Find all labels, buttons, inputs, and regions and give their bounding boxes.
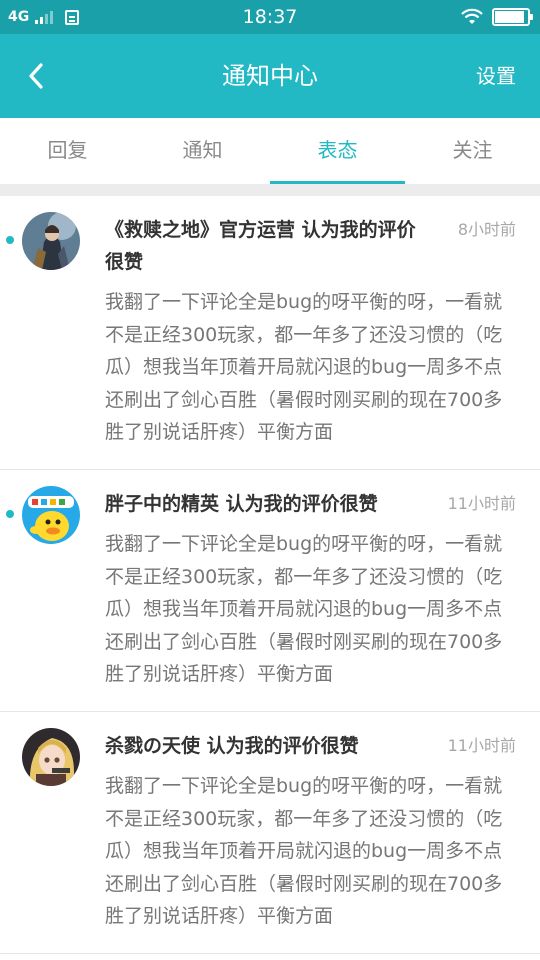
item-header: 杀戮の天使 认为我的评价很赞 11小时前 (105, 730, 516, 762)
item-time: 11小时前 (447, 493, 516, 513)
battery-icon (492, 8, 533, 26)
tab-notice[interactable]: 通知 (135, 118, 270, 184)
chevron-left-icon (29, 63, 43, 89)
item-content: 《救赎之地》官方运营 认为我的评价很赞 8小时前 我翻了一下评论全是bug的呀平… (105, 214, 516, 469)
list-item[interactable]: 《救赎之地》官方运营 认为我的评价很赞 8小时前 我翻了一下评论全是bug的呀平… (0, 196, 540, 470)
item-quote: 我翻了一下评论全是bug的呀平衡的呀，一看就不是正经300玩家，都一年多了还没习… (105, 774, 503, 928)
item-quote: 我翻了一下评论全是bug的呀平衡的呀，一看就不是正经300玩家，都一年多了还没习… (105, 291, 503, 444)
tab-reply[interactable]: 回复 (0, 118, 135, 184)
notification-list: 《救赎之地》官方运营 认为我的评价很赞 8小时前 我翻了一下评论全是bug的呀平… (0, 196, 540, 960)
list-item[interactable]: 杀戮の天使 认为我的评价很赞 11小时前 我翻了一下评论全是bug的呀平衡的呀，… (0, 712, 540, 954)
item-title: 《救赎之地》官方运营 认为我的评价很赞 (105, 219, 416, 273)
wifi-icon (461, 8, 483, 24)
yellow-duck-avatar-icon (22, 485, 80, 544)
list-item[interactable]: 胖子中的精英 认为我的评价很赞 11小时前 我翻了一下评论全是bug的呀平衡的呀… (0, 470, 540, 712)
item-content: 胖子中的精英 认为我的评价很赞 11小时前 我翻了一下评论全是bug的呀平衡的呀… (105, 488, 516, 711)
item-header: 胖子中的精英 认为我的评价很赞 11小时前 (105, 488, 516, 520)
avatar[interactable] (22, 727, 80, 786)
unread-dot (6, 509, 14, 518)
tab-follow[interactable]: 关注 (405, 118, 540, 184)
unread-dot (6, 236, 14, 244)
page-title: 通知中心 (222, 62, 318, 90)
header-bar: 通知中心 设置 (0, 34, 540, 118)
item-time: 8小时前 (457, 220, 516, 239)
anime-girl-avatar-icon (22, 727, 80, 786)
avatar[interactable] (22, 212, 80, 270)
avatar[interactable] (22, 485, 80, 544)
status-right (460, 0, 533, 34)
settings-button[interactable]: 设置 (476, 34, 516, 118)
status-time: 18:37 (242, 6, 298, 28)
item-content: 杀戮の天使 认为我的评价很赞 11小时前 我翻了一下评论全是bug的呀平衡的呀，… (105, 730, 516, 953)
tab-divider (0, 184, 540, 196)
item-header: 《救赎之地》官方运营 认为我的评价很赞 8小时前 (105, 214, 516, 278)
tab-reaction[interactable]: 表态 (270, 118, 405, 184)
status-bar: 4G 18:37 (0, 0, 540, 34)
battery-level (495, 11, 524, 23)
item-quote: 我翻了一下评论全是bug的呀平衡的呀，一看就不是正经300玩家，都一年多了还没习… (105, 532, 503, 686)
back-button[interactable] (18, 58, 54, 94)
tab-bar: 回复 通知 表态 关注 (0, 118, 540, 184)
item-time: 11小时前 (447, 735, 516, 755)
knight-avatar-icon (22, 212, 80, 270)
